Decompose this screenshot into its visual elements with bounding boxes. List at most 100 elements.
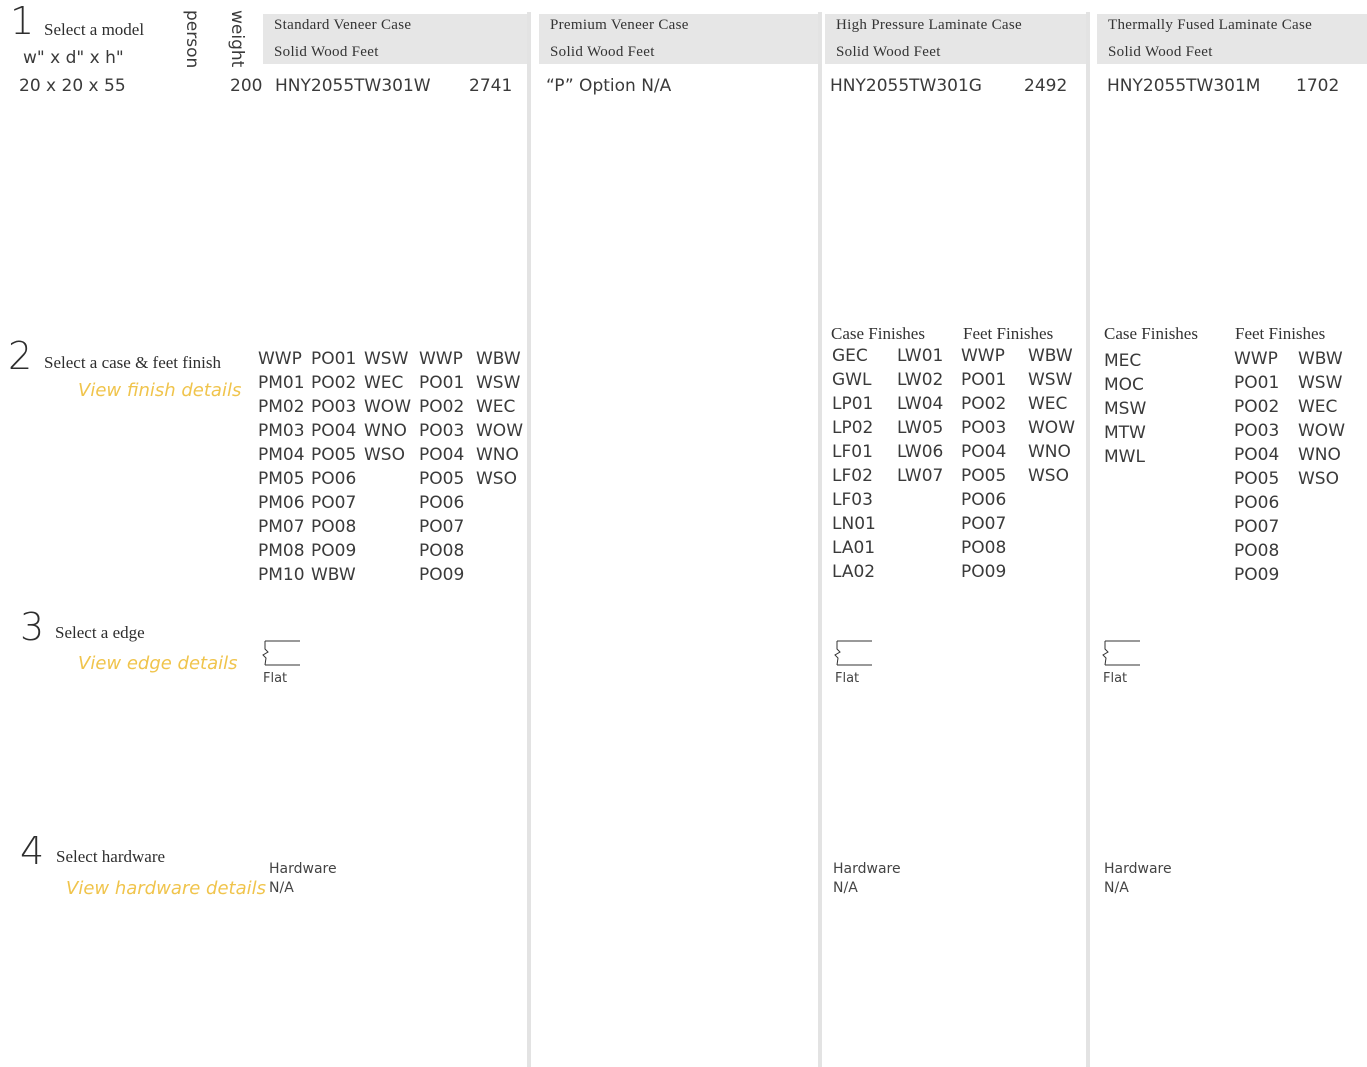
finish-code[interactable]: WSW xyxy=(364,347,411,371)
finish-code[interactable]: WSO xyxy=(476,467,523,491)
finish-code[interactable]: LP02 xyxy=(832,416,876,440)
finish-code[interactable]: PO01 xyxy=(961,368,1006,392)
finish-code[interactable]: PO05 xyxy=(1234,467,1279,491)
finish-code[interactable]: PO07 xyxy=(419,515,464,539)
finish-code[interactable]: PM07 xyxy=(258,515,305,539)
tfl-model-number[interactable]: HNY2055TW301M xyxy=(1107,76,1260,96)
finish-code[interactable]: PO04 xyxy=(311,419,356,443)
finish-code[interactable]: PM10 xyxy=(258,563,305,587)
finish-code[interactable]: LW02 xyxy=(897,368,943,392)
finish-code[interactable]: WWP xyxy=(961,344,1006,368)
finish-code[interactable]: WEC xyxy=(476,395,523,419)
view-finish-details-link[interactable]: View finish details xyxy=(78,380,241,401)
flat-edge-icon[interactable] xyxy=(1102,640,1140,666)
finish-code[interactable]: WNO xyxy=(1028,440,1075,464)
finish-code[interactable]: WOW xyxy=(364,395,411,419)
finish-code[interactable]: PO04 xyxy=(419,443,464,467)
finish-code[interactable]: PO04 xyxy=(1234,443,1279,467)
finish-code[interactable]: PO08 xyxy=(1234,539,1279,563)
finish-code[interactable]: WBW xyxy=(311,563,356,587)
finish-code[interactable]: PO06 xyxy=(311,467,356,491)
finish-code[interactable]: LW05 xyxy=(897,416,943,440)
finish-code[interactable]: PO04 xyxy=(961,440,1006,464)
finish-code[interactable]: WEC xyxy=(1298,395,1345,419)
finish-code[interactable]: WNO xyxy=(364,419,411,443)
finish-code[interactable]: PO01 xyxy=(311,347,356,371)
standard-model-number[interactable]: HNY2055TW301W xyxy=(275,76,431,96)
finish-code[interactable]: PO01 xyxy=(1234,371,1279,395)
finish-code[interactable]: LP01 xyxy=(832,392,876,416)
flat-edge-icon[interactable] xyxy=(262,640,300,666)
finish-code[interactable]: PO09 xyxy=(311,539,356,563)
finish-code[interactable]: PO03 xyxy=(1234,419,1279,443)
finish-code[interactable]: PO09 xyxy=(961,560,1006,584)
finish-code[interactable]: WNO xyxy=(476,443,523,467)
finish-code[interactable]: PO08 xyxy=(961,536,1006,560)
finish-code[interactable]: PO07 xyxy=(1234,515,1279,539)
finish-code[interactable]: LN01 xyxy=(832,512,876,536)
view-edge-details-link[interactable]: View edge details xyxy=(78,653,238,674)
finish-code[interactable]: WOW xyxy=(1298,419,1345,443)
finish-code[interactable]: WNO xyxy=(1298,443,1345,467)
finish-code[interactable]: PM08 xyxy=(258,539,305,563)
finish-code[interactable]: WSO xyxy=(364,443,411,467)
finish-code[interactable]: PO01 xyxy=(419,371,464,395)
finish-code[interactable]: LA01 xyxy=(832,536,876,560)
finish-code[interactable]: LW07 xyxy=(897,464,943,488)
finish-code[interactable]: PO02 xyxy=(1234,395,1279,419)
finish-code[interactable]: PO06 xyxy=(1234,491,1279,515)
finish-code[interactable]: LF01 xyxy=(832,440,876,464)
finish-code[interactable]: WSW xyxy=(476,371,523,395)
finish-code[interactable]: LW06 xyxy=(897,440,943,464)
finish-code[interactable]: WSO xyxy=(1028,464,1075,488)
finish-code[interactable]: PO05 xyxy=(419,467,464,491)
finish-code[interactable]: WWP xyxy=(258,347,305,371)
finish-code[interactable]: PO03 xyxy=(961,416,1006,440)
finish-code[interactable]: PO02 xyxy=(419,395,464,419)
finish-code[interactable]: WEC xyxy=(364,371,411,395)
finish-code[interactable]: WOW xyxy=(476,419,523,443)
view-hardware-details-link[interactable]: View hardware details xyxy=(66,878,266,899)
finish-code[interactable]: MWL xyxy=(1104,445,1146,469)
finish-code[interactable]: WSO xyxy=(1298,467,1345,491)
finish-code[interactable]: PO03 xyxy=(419,419,464,443)
finish-code[interactable]: LW01 xyxy=(897,344,943,368)
finish-code[interactable]: PO08 xyxy=(419,539,464,563)
finish-code[interactable]: PM05 xyxy=(258,467,305,491)
finish-code[interactable]: PM04 xyxy=(258,443,305,467)
flat-edge-icon[interactable] xyxy=(834,640,872,666)
finish-code[interactable]: PM02 xyxy=(258,395,305,419)
finish-code[interactable]: PO09 xyxy=(419,563,464,587)
finish-code[interactable]: WBW xyxy=(1298,347,1345,371)
finish-code[interactable]: GWL xyxy=(832,368,876,392)
finish-code[interactable]: WBW xyxy=(1028,344,1075,368)
finish-code[interactable]: WSW xyxy=(1298,371,1345,395)
finish-code[interactable]: PO06 xyxy=(419,491,464,515)
finish-code[interactable]: LW04 xyxy=(897,392,943,416)
finish-code[interactable]: PO07 xyxy=(311,491,356,515)
finish-code[interactable]: PO03 xyxy=(311,395,356,419)
hpl-model-number[interactable]: HNY2055TW301G xyxy=(830,76,982,96)
finish-code[interactable]: WEC xyxy=(1028,392,1075,416)
finish-code[interactable]: GEC xyxy=(832,344,876,368)
finish-code[interactable]: MTW xyxy=(1104,421,1146,445)
finish-code[interactable]: PM01 xyxy=(258,371,305,395)
finish-code[interactable]: PO02 xyxy=(961,392,1006,416)
finish-code[interactable]: MOC xyxy=(1104,373,1146,397)
finish-code[interactable]: WWP xyxy=(419,347,464,371)
finish-code[interactable]: MEC xyxy=(1104,349,1146,373)
finish-code[interactable]: MSW xyxy=(1104,397,1146,421)
finish-code[interactable]: WOW xyxy=(1028,416,1075,440)
finish-code[interactable]: LA02 xyxy=(832,560,876,584)
finish-code[interactable]: PO07 xyxy=(961,512,1006,536)
finish-code[interactable]: PO06 xyxy=(961,488,1006,512)
finish-code[interactable]: PO05 xyxy=(311,443,356,467)
finish-code[interactable]: WWP xyxy=(1234,347,1279,371)
finish-code[interactable]: WSW xyxy=(1028,368,1075,392)
finish-code[interactable]: LF02 xyxy=(832,464,876,488)
finish-code[interactable]: WBW xyxy=(476,347,523,371)
finish-code[interactable]: PO02 xyxy=(311,371,356,395)
finish-code[interactable]: PM06 xyxy=(258,491,305,515)
finish-code[interactable]: PO09 xyxy=(1234,563,1279,587)
finish-code[interactable]: LF03 xyxy=(832,488,876,512)
